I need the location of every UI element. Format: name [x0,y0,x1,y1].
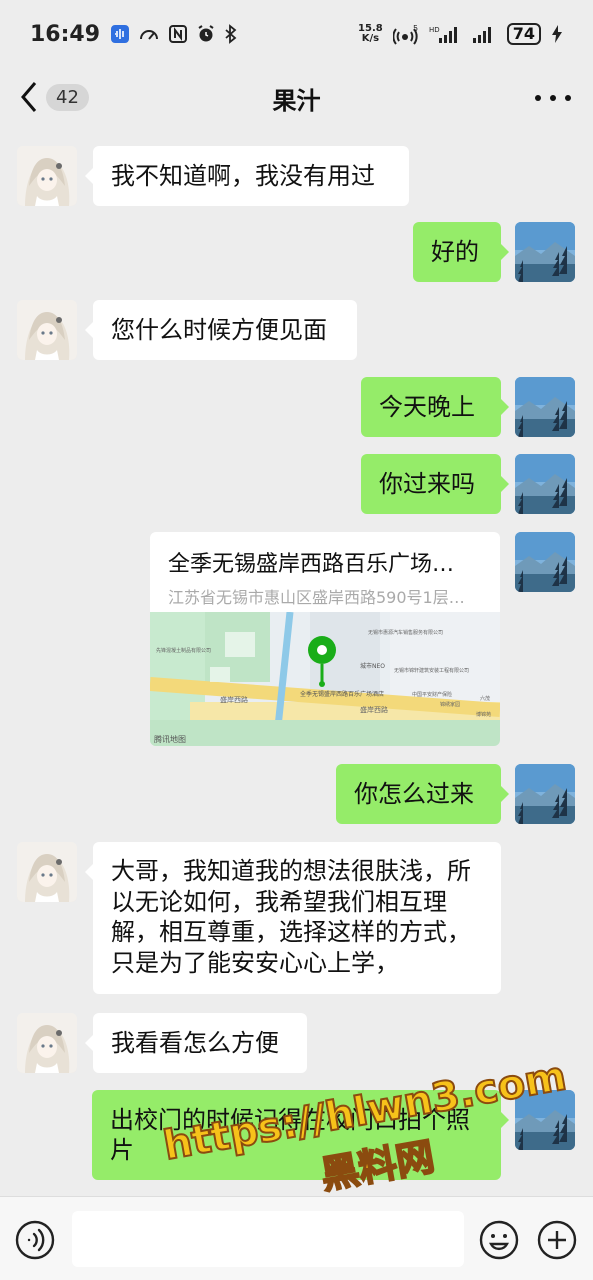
alarm-icon [198,25,214,42]
contact-avatar[interactable] [17,146,77,206]
message-bubble-outgoing[interactable]: 出校门的时候记得在校门口拍个照片 [92,1090,509,1180]
message-text: 大哥，我知道我的想法很肤浅，所以无论如何，我希望我们相互理解，相互尊重，选择这样… [111,857,471,977]
message-text: 我看看怎么方便 [111,1029,279,1057]
map-label-poi-2: 先锋混凝土制品有限公司 [156,647,211,654]
signal-2-icon [472,27,491,43]
contact-avatar[interactable] [17,842,77,902]
my-avatar[interactable] [515,1090,575,1150]
map-label-poi-3: 无锡市锦轩建筑安装工程有限公司 [394,667,469,674]
message-bubble-outgoing[interactable]: 今天晚上 [361,377,509,437]
status-time: 16:49 [30,21,101,47]
svg-text:HD: HD [429,26,440,34]
signal-icon: HD [429,26,457,43]
map-label-road: 盛岸西路 [220,695,248,704]
more-dot [550,95,556,101]
map-label-neo: 城市NEO [360,662,385,670]
my-avatar[interactable] [515,454,575,514]
my-avatar[interactable] [515,222,575,282]
voice-button[interactable] [14,1219,56,1265]
message-text: 出校门的时候记得在校门口拍个照片 [110,1106,470,1164]
svg-text:5: 5 [413,24,418,33]
unread-count-badge: 42 [46,83,89,111]
more-dot [565,95,571,101]
message-text: 今天晚上 [379,393,475,421]
map-provider-label: 腾讯地图 [154,734,186,744]
network-speed: 15.8 K/s [358,24,383,44]
my-avatar[interactable] [515,764,575,824]
message-bubble-incoming[interactable]: 大哥，我知道我的想法很肤浅，所以无论如何，我希望我们相互理解，相互尊重，选择这样… [85,842,501,994]
emoji-icon [479,1220,519,1260]
voice-icon [15,1220,55,1260]
message-bubble-incoming[interactable]: 您什么时候方便见面 [85,300,357,360]
hotspot-icon: 5 [392,24,418,45]
nfc-icon [169,25,188,43]
chat-title: 果汁 [272,86,321,115]
map-label-poi-5: 锦绣家园 [440,701,460,708]
message-bubble-outgoing[interactable]: 好的 [413,222,509,282]
input-bar [0,1196,593,1280]
message-bubble-incoming[interactable]: 我看看怎么方便 [85,1013,307,1073]
scenery-avatar-image [515,377,575,437]
anime-avatar-image [17,842,77,902]
status-bar: 16:49 15.8 K/s 5 HD 74 [0,0,593,68]
location-address: 江苏省无锡市惠山区盛岸西路590号1层… [168,588,465,607]
network-speed-unit: K/s [361,33,380,44]
charging-icon [552,25,562,43]
message-bubble-outgoing[interactable]: 你怎么过来 [336,764,509,824]
voice-assistant-icon [111,25,130,43]
message-bubble-outgoing[interactable]: 你过来吗 [361,454,509,514]
location-map[interactable]: 全季无锡盛岸西路百乐广场酒店 盛岸西路 盛岸西路 城市NEO 无锡市惠源汽车销售… [150,612,500,746]
bluetooth-icon [225,24,237,44]
chevron-left-icon [21,82,37,112]
anime-avatar-image [17,146,77,206]
map-label-poi-4: 中国平安财产保险 [412,691,452,698]
map-label-poi-7: 六茂 [480,695,490,702]
message-text: 你过来吗 [379,470,475,498]
map-label-pin: 全季无锡盛岸西路百乐广场酒店 [300,690,384,698]
message-text: 我不知道啊，我没有用过 [111,162,375,190]
scenery-avatar-image [515,532,575,592]
more-button[interactable] [535,84,571,112]
more-dot [535,95,541,101]
message-text: 您什么时候方便见面 [111,316,327,344]
scenery-avatar-image [515,454,575,514]
battery-level: 74 [506,23,541,45]
map-label-poi-6: 博锦苑 [476,711,491,718]
message-text: 你怎么过来 [354,780,474,808]
message-bubble-incoming[interactable]: 我不知道啊，我没有用过 [85,146,409,206]
message-input[interactable] [72,1211,464,1267]
anime-avatar-image [17,300,77,360]
map-label-poi-1: 无锡市惠源汽车销售服务有限公司 [368,629,443,636]
scenery-avatar-image [515,222,575,282]
my-avatar[interactable] [515,532,575,592]
map-label-road-2: 盛岸西路 [360,705,388,714]
status-right: 15.8 K/s 5 HD 74 [358,23,563,45]
status-left-icons [110,24,238,44]
contact-avatar[interactable] [17,300,77,360]
location-message-card[interactable]: 全季无锡盛岸西路百乐广场… 江苏省无锡市惠山区盛岸西路590号1层… 全季无锡盛… [150,532,500,746]
scenery-avatar-image [515,1090,575,1150]
plus-button[interactable] [536,1219,578,1265]
contact-avatar[interactable] [17,1013,77,1073]
emoji-button[interactable] [478,1219,520,1265]
anime-avatar-image [17,1013,77,1073]
plus-icon [537,1220,577,1260]
message-text: 好的 [431,238,479,266]
my-avatar[interactable] [515,377,575,437]
speed-icon [140,30,159,40]
back-button[interactable]: 42 [18,80,89,114]
location-title: 全季无锡盛岸西路百乐广场… [168,552,455,577]
scenery-avatar-image [515,764,575,824]
chat-header: 42 果汁 [0,68,593,128]
